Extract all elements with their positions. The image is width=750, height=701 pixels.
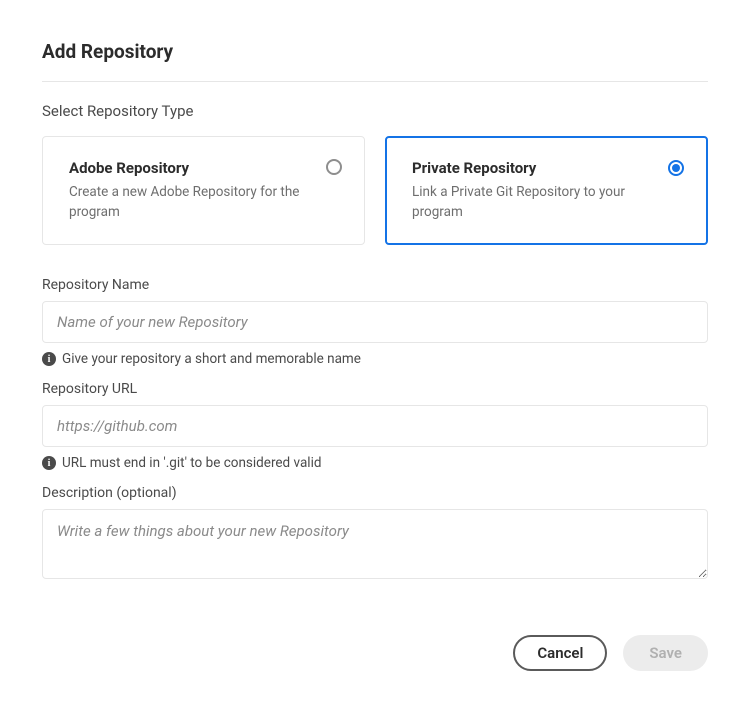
cancel-button[interactable]: Cancel [513,635,607,671]
save-button[interactable]: Save [623,635,708,671]
repo-type-private-title: Private Repository [412,159,685,177]
repo-type-options: Adobe Repository Create a new Adobe Repo… [42,136,708,245]
select-repo-type-label: Select Repository Type [42,102,708,120]
repo-type-adobe[interactable]: Adobe Repository Create a new Adobe Repo… [42,136,365,245]
repo-type-private-description: Link a Private Git Repository to your pr… [412,183,685,222]
radio-unchecked-icon [326,159,342,175]
repo-url-helper-text: URL must end in '.git' to be considered … [62,455,321,471]
info-icon: i [42,456,56,470]
description-label: Description (optional) [42,485,708,501]
description-field-group: Description (optional) [42,485,708,583]
info-icon: i [42,352,56,366]
repo-type-private[interactable]: Private Repository Link a Private Git Re… [385,136,708,245]
repo-url-label: Repository URL [42,381,708,397]
divider [42,81,708,82]
description-input[interactable] [42,509,708,579]
repo-type-adobe-description: Create a new Adobe Repository for the pr… [69,183,342,222]
repo-url-helper: i URL must end in '.git' to be considere… [42,455,708,471]
repo-type-adobe-title: Adobe Repository [69,159,342,177]
repo-name-field-group: Repository Name i Give your repository a… [42,277,708,367]
repo-name-input[interactable] [42,301,708,343]
repo-name-helper-text: Give your repository a short and memorab… [62,351,361,367]
repo-url-field-group: Repository URL i URL must end in '.git' … [42,381,708,471]
dialog-button-row: Cancel Save [42,635,708,671]
radio-checked-icon [668,160,684,176]
repo-name-label: Repository Name [42,277,708,293]
repo-name-helper: i Give your repository a short and memor… [42,351,708,367]
repo-url-input[interactable] [42,405,708,447]
dialog-title: Add Repository [42,40,708,63]
